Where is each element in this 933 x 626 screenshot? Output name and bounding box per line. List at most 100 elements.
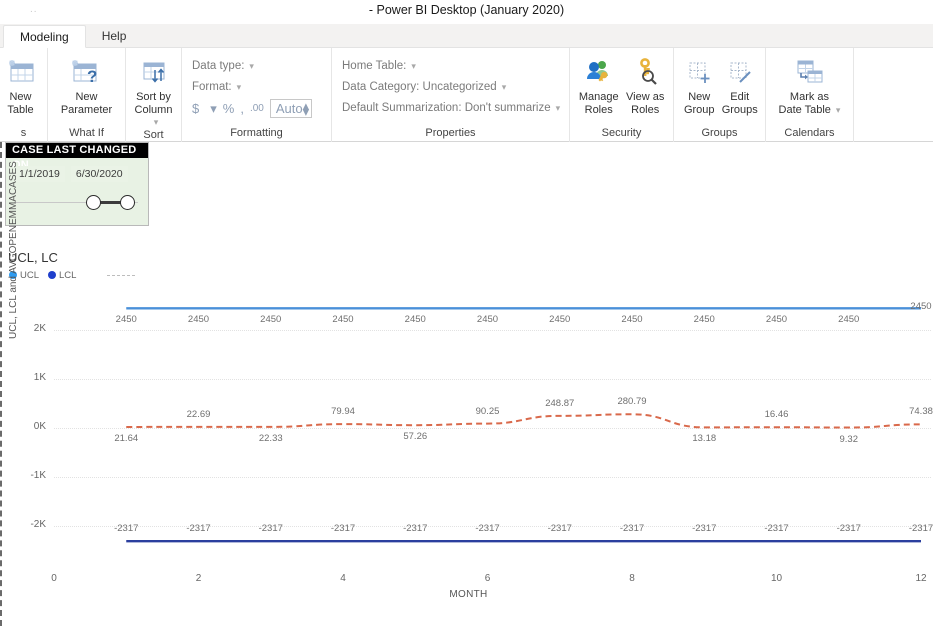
new-parameter-label-2: Parameter (60, 103, 113, 116)
data-label: 16.46 (764, 409, 789, 421)
chevron-down-icon[interactable]: ▾ (210, 101, 217, 117)
format-dropdown[interactable]: Format: ▾ (192, 77, 241, 98)
legend-marker-lcl (48, 271, 57, 279)
new-group-label-1: New (688, 91, 711, 103)
data-label: -2317 (475, 523, 500, 535)
x-axis-tick: 10 (770, 573, 783, 584)
stepper-arrows-icon[interactable]: ▴ ▾ (303, 99, 310, 118)
ribbon-group-properties: Home Table: ▾ Data Category: Uncategoriz… (332, 48, 570, 142)
view-as-roles-label-1: View as (626, 91, 665, 103)
slicer-case-last-changed-on[interactable]: CASE LAST CHANGED ON 1/1/2019 6/30/2020 (5, 142, 149, 226)
ribbon-group-formatting: Data type: ▾ Format: ▾ $ ▾ % , .00 Auto … (182, 48, 332, 142)
percent-format-button[interactable]: % (223, 101, 235, 116)
legend-item-lcl[interactable]: LCL (48, 270, 76, 281)
data-label: 2450 (910, 301, 932, 313)
data-category-dropdown[interactable]: Data Category: Uncategorized ▾ (342, 77, 506, 98)
ribbon-group-calendars: Mark as Date Table ▾ Calendars (766, 48, 854, 142)
legend-label-lcl: LCL (59, 269, 77, 281)
x-axis-tick: 4 (340, 573, 346, 584)
line-chart-visual[interactable]: UCL, LC UCL LCL UCL, LCL and AVGOPENEMMA… (6, 161, 933, 600)
chevron-down-icon[interactable]: ▾ (836, 104, 841, 117)
tab-help-label: Help (101, 28, 127, 43)
svg-text:?: ? (87, 67, 97, 86)
ribbon-group-groups: New Group Edit Groups Groups (674, 48, 766, 142)
data-label: 22.69 (186, 408, 211, 420)
manage-roles-label-2: Roles (584, 103, 613, 116)
default-summarization-dropdown[interactable]: Default Summarization: Don't summarize ▾ (342, 98, 560, 119)
data-label: 2450 (332, 314, 354, 326)
data-label: 9.32 (839, 433, 859, 445)
decimal-places-stepper[interactable]: Auto ▴ ▾ (269, 99, 313, 118)
currency-format-button[interactable]: $ (192, 101, 199, 116)
legend-marker-dashed-series (107, 274, 136, 276)
new-parameter-label-1: New (75, 91, 98, 103)
chevron-down-icon: ▾ (501, 82, 507, 92)
data-label: 2450 (838, 314, 860, 326)
data-label: 13.18 (692, 433, 717, 445)
mark-as-date-table-label-2-text: Date Table (778, 103, 831, 116)
mark-as-date-table-label-1: Mark as (789, 91, 830, 103)
slider-handle-start[interactable] (86, 195, 101, 210)
slicer-title: CASE LAST CHANGED ON (6, 143, 148, 171)
view-as-roles-button[interactable]: View as Roles (623, 54, 667, 116)
title-bar: .. - Power BI Desktop (January 2020) (0, 0, 933, 24)
slicer-end-date-input[interactable]: 6/30/2020 (70, 166, 128, 182)
ribbon-group-what-if: ? New Parameter What If (48, 48, 126, 142)
legend-label-ucl: UCL (20, 269, 40, 281)
data-label: 2450 (621, 314, 643, 326)
mark-as-date-table-button[interactable]: Mark as Date Table ▾ (774, 54, 846, 116)
data-label: 90.25 (475, 405, 500, 417)
thousands-separator-button[interactable]: , (240, 101, 244, 116)
data-label: -2317 (836, 523, 861, 535)
x-axis-tick: 2 (195, 573, 202, 584)
new-group-icon (685, 56, 713, 88)
data-type-dropdown[interactable]: Data type: ▾ (192, 56, 254, 77)
data-label: 74.38 (909, 406, 933, 418)
edit-groups-label-2: Groups (721, 103, 758, 116)
sort-by-column-button[interactable]: Sort by Column▾ (132, 54, 175, 129)
edit-groups-icon (726, 56, 754, 88)
home-table-dropdown[interactable]: Home Table: ▾ (342, 56, 416, 77)
slicer-start-date-input[interactable]: 1/1/2019 (14, 166, 65, 182)
x-axis-tick: 12 (915, 573, 927, 584)
sort-by-column-label-2-text: Column (134, 103, 173, 116)
chart-series-lines (126, 307, 922, 543)
data-label: 2450 (260, 314, 282, 326)
chart-x-axis-title: MONTH (449, 589, 488, 600)
tab-modeling[interactable]: Modeling (3, 25, 86, 48)
decimal-places-button[interactable]: .00 (250, 103, 264, 114)
data-label: -2317 (403, 523, 428, 535)
data-label: 79.94 (331, 406, 355, 418)
data-label: 57.26 (403, 431, 428, 443)
chart-legend: UCL LCL (9, 269, 931, 281)
data-label: 2450 (187, 314, 210, 326)
manage-roles-label-1: Manage (578, 91, 619, 103)
slider-handle-end[interactable] (120, 195, 135, 210)
edit-groups-label-1: Edit (730, 91, 750, 103)
tab-help[interactable]: Help (86, 24, 143, 47)
series-line-avgopenemmacases (126, 413, 922, 429)
ribbon-group-formatting-label: Formatting (230, 127, 283, 139)
edit-groups-button[interactable]: Edit Groups (721, 54, 760, 116)
new-table-label-2: Table (7, 103, 34, 116)
manage-roles-icon (584, 56, 614, 88)
new-table-button[interactable]: New Table (0, 54, 41, 116)
slicer-range-slider[interactable] (14, 192, 138, 214)
chevron-down-icon[interactable]: ▾ (154, 116, 159, 129)
new-group-button[interactable]: New Group (680, 54, 719, 116)
new-parameter-button[interactable]: ? New Parameter (54, 54, 119, 116)
data-label: -2317 (619, 523, 645, 535)
data-label: 280.79 (617, 396, 647, 408)
data-label: 2450 (115, 314, 137, 326)
ribbon-group-groups-label: Groups (701, 127, 738, 139)
chevron-down-icon: ▾ (236, 82, 242, 92)
data-label: -2317 (114, 523, 139, 535)
data-category-label: Data Category: Uncategorized (342, 81, 497, 93)
data-label: 2450 (693, 314, 715, 326)
data-label: -2317 (692, 523, 717, 535)
data-label: 2450 (476, 314, 499, 326)
ribbon-group-security-label: Security (601, 127, 642, 139)
data-label: -2317 (764, 523, 789, 535)
report-canvas: CASE LAST CHANGED ON 1/1/2019 6/30/2020 … (0, 142, 933, 626)
manage-roles-button[interactable]: Manage Roles (576, 54, 621, 116)
